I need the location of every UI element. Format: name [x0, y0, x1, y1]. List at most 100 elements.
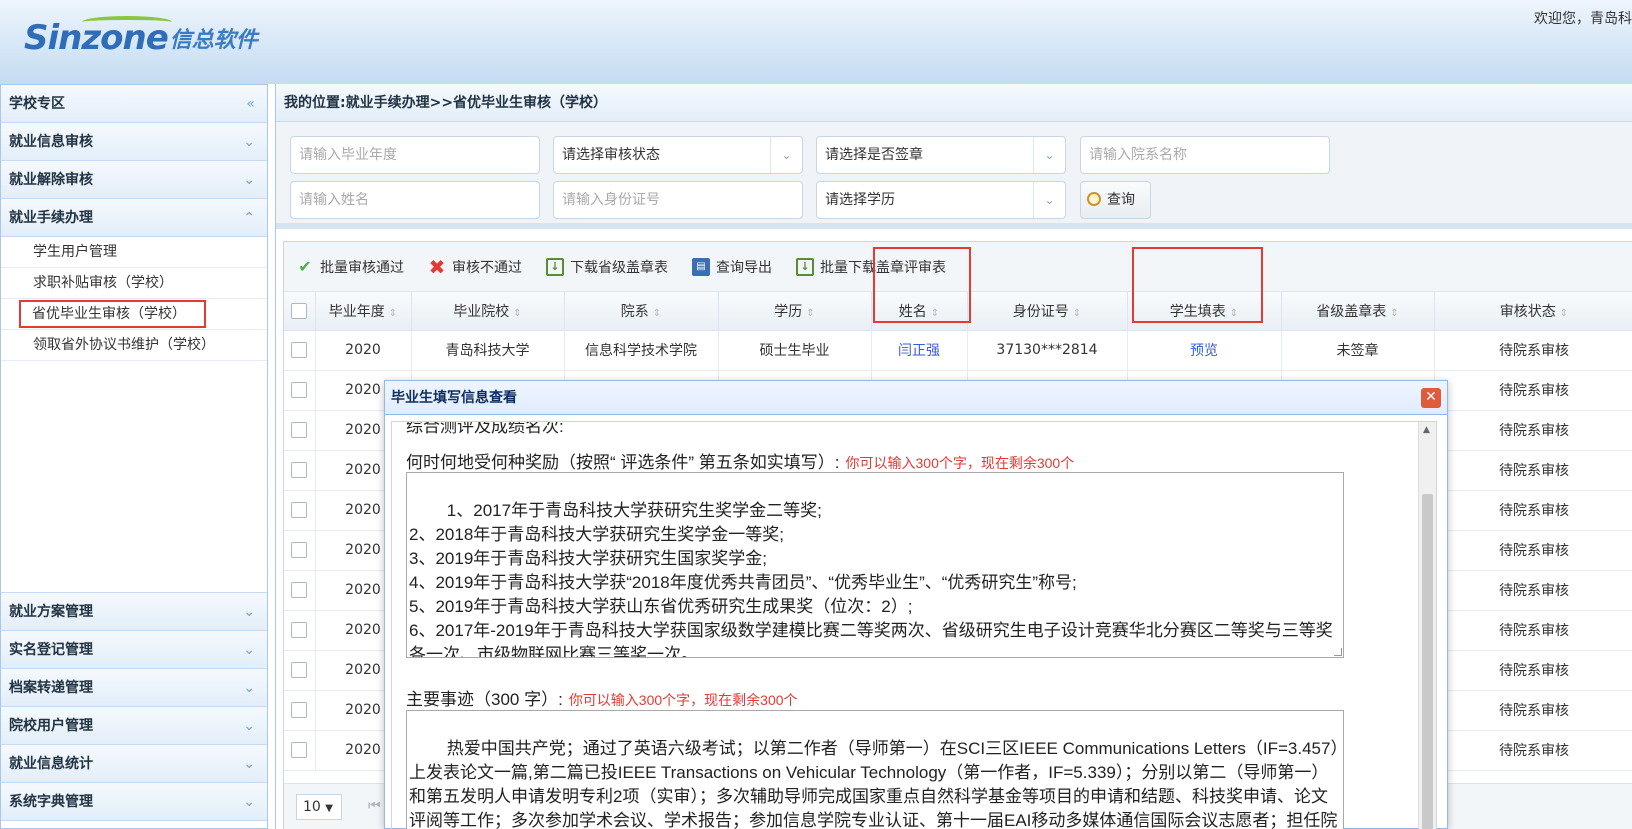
sidebar-item-student-users[interactable]: 学生用户管理 [1, 237, 267, 268]
row-checkbox[interactable] [291, 502, 308, 518]
search-button[interactable]: 查询 [1080, 181, 1151, 219]
row-checkbox[interactable] [291, 702, 308, 718]
awards-textarea[interactable]: 1、2017年于青岛科技大学获研究生奖学金二等奖; 2、2018年于青岛科技大学… [406, 472, 1344, 658]
select-value: 请选择审核状态 [562, 147, 660, 163]
dialog-scrollbar[interactable]: ▲ [1418, 422, 1436, 829]
sidebar-title[interactable]: 学校专区 « [1, 85, 267, 123]
dialog-title: 毕业生填写信息查看 ✕ [385, 381, 1447, 415]
first-page-icon[interactable]: ⏮ [368, 798, 381, 814]
scroll-thumb[interactable] [1422, 494, 1433, 829]
sidebar-section-employment-info[interactable]: 就业信息审核 ⌄ [1, 123, 267, 161]
download-icon: ↓ [796, 257, 814, 276]
sidebar-item-agreement[interactable]: 领取省外协议书维护（学校） [1, 330, 267, 361]
column-header[interactable]: 身份证号 ⇕ [967, 292, 1128, 331]
sidebar-section-label: 就业信息统计 [9, 756, 93, 772]
id-number-input[interactable]: 请输入身份证号 [553, 181, 803, 219]
row-select-cell[interactable] [284, 410, 316, 451]
row-checkbox[interactable] [291, 422, 308, 438]
cell-status: 待院系审核 [1434, 410, 1632, 451]
select-all-checkbox[interactable] [291, 302, 308, 319]
column-header[interactable]: 审核状态 ⇕ [1434, 292, 1632, 331]
seal-status-select[interactable]: 请选择是否签章 ⌄ [816, 136, 1066, 174]
audit-status-select[interactable]: 请选择审核状态 ⌄ [553, 136, 803, 174]
row-checkbox[interactable] [291, 742, 308, 758]
sidebar-section-registration[interactable]: 实名登记管理 ⌄ [1, 631, 267, 669]
education-select[interactable]: 请选择学历 ⌄ [816, 181, 1066, 219]
scroll-up-icon[interactable]: ▲ [1423, 425, 1430, 435]
chevron-down-icon: ⌄ [770, 137, 802, 173]
search-button-label: 查询 [1107, 192, 1135, 208]
sort-icon: ⇕ [1559, 307, 1569, 319]
collapse-left-icon[interactable]: « [246, 85, 255, 123]
welcome-text: 欢迎您，青岛科 [1534, 11, 1632, 27]
row-checkbox[interactable] [291, 462, 308, 478]
row-select-cell[interactable] [284, 570, 316, 611]
sidebar-item-excellent-graduate[interactable]: 省优毕业生审核（学校） [1, 299, 267, 330]
reject-button[interactable]: ✖ 审核不通过 [428, 257, 522, 277]
row-checkbox[interactable] [291, 342, 308, 358]
caret-down-icon: ▼ [325, 803, 333, 814]
column-header[interactable]: 毕业年度 ⇕ [315, 292, 412, 331]
cell-seal: 未签章 [1281, 330, 1435, 371]
sidebar-section-archives[interactable]: 档案转递管理 ⌄ [1, 669, 267, 707]
student-name-link[interactable]: 闫正强 [898, 343, 940, 359]
sidebar-section-school-users[interactable]: 院校用户管理 ⌄ [1, 707, 267, 745]
sidebar-section-employment-procedures[interactable]: 就业手续办理 ⌃ [1, 199, 267, 237]
chevron-down-icon: ⌄ [243, 756, 255, 772]
resize-grip-icon[interactable] [1334, 648, 1342, 656]
sidebar-title-label: 学校专区 [9, 96, 65, 112]
row-select-cell[interactable] [284, 730, 316, 771]
chevron-down-icon: ⌄ [243, 172, 255, 188]
cell-status: 待院系审核 [1434, 610, 1632, 651]
row-select-cell[interactable] [284, 530, 316, 571]
cell-dept: 信息科学技术学院 [564, 330, 719, 371]
row-checkbox[interactable] [291, 382, 308, 398]
row-select-cell[interactable] [284, 490, 316, 531]
table-row[interactable]: 2020 青岛科技大学 信息科学技术学院 硕士生毕业 闫正强 37130***2… [284, 330, 1632, 371]
save-icon: ▤ [692, 257, 710, 276]
row-select-cell[interactable] [284, 610, 316, 651]
sort-icon: ⇕ [1072, 307, 1082, 319]
sidebar-section-plan[interactable]: 就业方案管理 ⌄ [1, 593, 267, 631]
row-select-cell[interactable] [284, 370, 316, 411]
department-input[interactable]: 请输入院系名称 [1080, 136, 1330, 174]
chevron-down-icon: ⌄ [243, 718, 255, 734]
sidebar-section-label: 院校用户管理 [9, 718, 93, 734]
batch-approve-button[interactable]: ✔ 批量审核通过 [296, 257, 404, 277]
cell-status: 待院系审核 [1434, 570, 1632, 611]
close-icon[interactable]: ✕ [1421, 388, 1441, 408]
deeds-textarea[interactable]: 热爱中国共产党；通过了英语六级考试；以第二作者（导师第一）在SCI三区IEEE … [406, 710, 1344, 829]
sidebar-item-label: 求职补贴审核（学校） [33, 275, 173, 291]
column-header[interactable]: 院系 ⇕ [564, 292, 719, 331]
row-select-cell[interactable] [284, 330, 316, 371]
button-label: 审核不通过 [452, 259, 522, 276]
sidebar-section-employment-release[interactable]: 就业解除审核 ⌄ [1, 161, 267, 199]
preview-link[interactable]: 预览 [1190, 343, 1218, 359]
name-input[interactable]: 请输入姓名 [290, 181, 540, 219]
logo: Sinzone 信总软件 [24, 14, 258, 58]
column-header[interactable]: 学历 ⇕ [718, 292, 872, 331]
download-seal-button[interactable]: ↓ 下载省级盖章表 [546, 257, 668, 277]
select-all-header[interactable] [284, 292, 316, 331]
sidebar-section-statistics[interactable]: 就业信息统计 ⌄ [1, 745, 267, 783]
row-select-cell[interactable] [284, 650, 316, 691]
cell-school: 青岛科技大学 [411, 330, 565, 371]
row-select-cell[interactable] [284, 450, 316, 491]
highlight-form-column [1132, 247, 1263, 323]
graduation-year-input[interactable]: 请输入毕业年度 [290, 136, 540, 174]
page-size-select[interactable]: 10 ▼ [296, 794, 342, 820]
sort-icon: ⇕ [652, 307, 662, 319]
row-checkbox[interactable] [291, 622, 308, 638]
sidebar-item-label: 领取省外协议书维护（学校） [33, 337, 215, 353]
sidebar-item-job-subsidy[interactable]: 求职补贴审核（学校） [1, 268, 267, 299]
row-select-cell[interactable] [284, 690, 316, 731]
row-checkbox[interactable] [291, 582, 308, 598]
export-button[interactable]: ▤ 查询导出 [692, 257, 772, 277]
row-checkbox[interactable] [291, 542, 308, 558]
dialog-body: 综合测评及成绩名次: 何时何地受何种奖励（按照“ 评选条件” 第五条如实填写）:… [391, 421, 1437, 829]
column-header[interactable]: 省级盖章表 ⇕ [1281, 292, 1435, 331]
column-header[interactable]: 毕业院校 ⇕ [411, 292, 565, 331]
sidebar-section-label: 实名登记管理 [9, 642, 93, 658]
sidebar-section-dictionary[interactable]: 系统字典管理 ⌄ [1, 783, 267, 821]
row-checkbox[interactable] [291, 662, 308, 678]
